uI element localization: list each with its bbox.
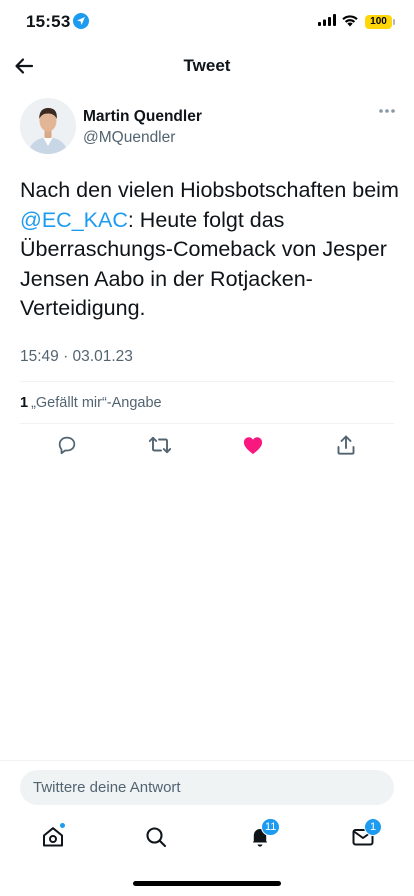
like-button[interactable] xyxy=(240,432,266,458)
tweet-text: Nach den vielen Hiobsbotschaften beim @E… xyxy=(20,176,404,324)
status-bar: 15:53 100 xyxy=(0,0,414,44)
home-unread-dot xyxy=(59,822,66,829)
author-handle[interactable]: @MQuendler xyxy=(83,129,175,147)
likes-count: 1 xyxy=(20,395,29,411)
wifi-icon xyxy=(342,15,358,27)
tweet-timestamp: 15:49 · 03.01.23 xyxy=(20,348,133,365)
retweet-icon xyxy=(148,436,172,454)
notifications-badge: 11 xyxy=(261,818,281,836)
share-icon xyxy=(337,435,355,455)
more-options-icon[interactable] xyxy=(378,108,396,114)
nav-header: Tweet xyxy=(0,44,414,88)
divider xyxy=(0,760,414,761)
avatar[interactable] xyxy=(20,98,76,154)
author-display-name[interactable]: Martin Quendler xyxy=(83,108,202,126)
likes-label: „Gefällt mir“-Angabe xyxy=(31,395,162,411)
page-title: Tweet xyxy=(183,56,231,75)
reply-placeholder: Twittere deine Antwort xyxy=(33,779,181,796)
comment-icon xyxy=(58,436,76,455)
retweet-button[interactable] xyxy=(147,432,173,458)
tab-home[interactable] xyxy=(38,822,68,852)
mention-link[interactable]: @EC_KAC xyxy=(20,208,128,232)
tweet-actions xyxy=(0,432,414,460)
divider xyxy=(20,381,394,382)
tab-messages[interactable]: 1 xyxy=(348,818,382,852)
share-button[interactable] xyxy=(333,432,359,458)
battery-level: 100 xyxy=(370,16,387,27)
reply-input[interactable]: Twittere deine Antwort xyxy=(20,770,394,805)
divider xyxy=(20,423,394,424)
tweet-text-start: Nach den vielen Hiobsbotschaften beim xyxy=(20,178,399,202)
battery-cap xyxy=(393,19,395,25)
heart-fill xyxy=(243,437,263,455)
cellular-signal-icon xyxy=(318,14,336,26)
tab-search[interactable] xyxy=(141,822,171,852)
reply-button[interactable] xyxy=(54,432,80,458)
home-indicator xyxy=(133,881,281,886)
location-arrow-icon xyxy=(73,13,89,29)
heart-icon xyxy=(243,437,263,455)
likes-row[interactable]: 1 „Gefällt mir“-Angabe xyxy=(20,395,162,411)
search-icon xyxy=(146,827,167,848)
battery-indicator: 100 xyxy=(365,15,392,29)
status-time: 15:53 xyxy=(26,12,71,31)
tweet-author: Martin Quendler @MQuendler xyxy=(20,98,400,158)
tab-notifications[interactable]: 11 xyxy=(245,818,281,852)
tab-bar: 11 1 xyxy=(0,818,414,856)
messages-badge: 1 xyxy=(364,818,382,836)
